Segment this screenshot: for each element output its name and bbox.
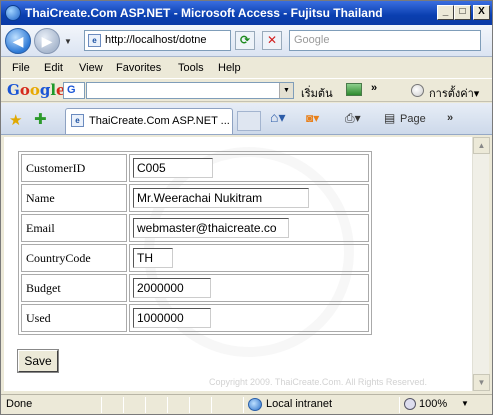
table-row: Email webmaster@thaicreate.co	[21, 214, 369, 242]
customer-id-label: CustomerID	[21, 154, 127, 182]
browser-window: ThaiCreate.Com ASP.NET - Microsoft Acces…	[0, 0, 493, 415]
google-engine-select[interactable]: G	[63, 82, 85, 99]
table-row: CustomerID C005	[21, 154, 369, 182]
rss-feed-icon[interactable]: ◙▾	[306, 111, 319, 125]
google-search-dropdown-icon[interactable]: ▼	[279, 83, 293, 98]
budget-label: Budget	[21, 274, 127, 302]
status-divider	[145, 397, 146, 413]
forward-arrow-icon[interactable]: ▶	[34, 28, 60, 54]
vertical-scrollbar[interactable]: ▲ ▼	[472, 137, 490, 391]
google-more-button[interactable]: »	[371, 82, 377, 94]
customer-id-field[interactable]: C005	[133, 158, 213, 178]
status-divider	[399, 397, 400, 413]
search-input[interactable]: Google	[289, 30, 481, 51]
menu-help[interactable]: Help	[218, 62, 241, 74]
status-divider	[211, 397, 212, 413]
status-bar: Done Local intranet 100% ▼	[1, 394, 492, 414]
tab-active[interactable]: e ThaiCreate.Com ASP.NET ...	[65, 108, 233, 134]
settings-radio-icon[interactable]	[411, 84, 424, 97]
back-arrow-icon[interactable]: ◀	[5, 28, 31, 54]
zoom-icon	[404, 398, 416, 410]
minimize-button[interactable]: _	[437, 5, 454, 20]
refresh-icon[interactable]: ⟳	[235, 31, 255, 50]
table-row: CountryCode TH	[21, 244, 369, 272]
address-url: http://localhost/dotne	[105, 34, 207, 46]
email-label: Email	[21, 214, 127, 242]
title-bar: ThaiCreate.Com ASP.NET - Microsoft Acces…	[1, 1, 492, 25]
used-label: Used	[21, 304, 127, 332]
zoom-dropdown-icon[interactable]: ▼	[461, 399, 469, 408]
navigation-bar: ◀ ▶ ▼ e http://localhost/dotne ⟳ ✕ Googl…	[1, 25, 492, 57]
close-button[interactable]: X	[473, 5, 490, 20]
page-icon: e	[71, 114, 84, 127]
status-divider	[243, 397, 244, 413]
recent-pages-dropdown-icon[interactable]: ▼	[64, 37, 74, 47]
command-bar-more-button[interactable]: »	[447, 112, 453, 124]
maximize-button[interactable]: □	[454, 5, 471, 20]
table-row: Name Mr.Weerachai Nukitram	[21, 184, 369, 212]
window-title: ThaiCreate.Com ASP.NET - Microsoft Acces…	[25, 6, 383, 20]
stop-icon[interactable]: ✕	[262, 31, 282, 50]
menu-tools[interactable]: Tools	[178, 62, 204, 74]
menu-favorites[interactable]: Favorites	[116, 62, 161, 74]
google-start-button[interactable]: เริ่มต้น	[301, 84, 333, 102]
scroll-down-icon[interactable]: ▼	[473, 374, 490, 391]
page-menu-button[interactable]: Page	[400, 113, 426, 125]
country-code-field[interactable]: TH	[133, 248, 173, 268]
status-divider	[189, 397, 190, 413]
table-row: Used 1000000	[21, 304, 369, 332]
table-row: Budget 2000000	[21, 274, 369, 302]
google-settings-button[interactable]: การตั้งค่า▾	[429, 84, 479, 102]
security-zone[interactable]: Local intranet	[266, 398, 332, 410]
google-logo: Google	[7, 81, 66, 99]
image-search-icon[interactable]	[346, 83, 362, 96]
printer-icon[interactable]: ⎙▾	[345, 111, 361, 126]
zoom-level[interactable]: 100%	[419, 398, 447, 410]
star-icon[interactable]: ★	[9, 111, 22, 129]
menu-bar: File Edit View Favorites Tools Help	[1, 58, 492, 79]
new-tab-button[interactable]	[237, 111, 261, 131]
page-menu-icon[interactable]: ▤	[384, 111, 395, 125]
name-field[interactable]: Mr.Weerachai Nukitram	[133, 188, 309, 208]
home-icon[interactable]: ⌂▾	[270, 109, 285, 126]
google-toolbar: Google G ▼ เริ่มต้น » การตั้งค่า▾	[1, 79, 492, 102]
tab-label: ThaiCreate.Com ASP.NET ...	[89, 115, 230, 127]
customer-form-table: CustomerID C005 Name Mr.Weerachai Nukitr…	[18, 151, 372, 335]
status-text: Done	[6, 398, 33, 410]
status-divider	[167, 397, 168, 413]
name-label: Name	[21, 184, 127, 212]
copyright-watermark: Copyright 2009. ThaiCreate.Com. All Righ…	[209, 377, 427, 387]
status-divider	[101, 397, 102, 413]
budget-field[interactable]: 2000000	[133, 278, 211, 298]
intranet-zone-icon	[248, 398, 262, 411]
tab-bar: ★ ✚ e ThaiCreate.Com ASP.NET ... ⌂▾ ◙▾ ⎙…	[1, 103, 492, 135]
menu-view[interactable]: View	[79, 62, 103, 74]
page-icon: e	[88, 34, 101, 47]
menu-file[interactable]: File	[12, 62, 30, 74]
page-content: Copyright 2009. ThaiCreate.Com. All Righ…	[4, 137, 472, 391]
internet-explorer-icon	[5, 5, 21, 21]
email-field[interactable]: webmaster@thaicreate.co	[133, 218, 289, 238]
save-button[interactable]: Save	[17, 349, 59, 373]
menu-edit[interactable]: Edit	[44, 62, 63, 74]
status-divider	[123, 397, 124, 413]
used-field[interactable]: 1000000	[133, 308, 211, 328]
country-code-label: CountryCode	[21, 244, 127, 272]
address-bar[interactable]: e http://localhost/dotne	[84, 30, 231, 51]
add-favorites-icon[interactable]: ✚	[34, 110, 47, 128]
scroll-up-icon[interactable]: ▲	[473, 137, 490, 154]
google-search-input[interactable]: ▼	[86, 82, 294, 99]
